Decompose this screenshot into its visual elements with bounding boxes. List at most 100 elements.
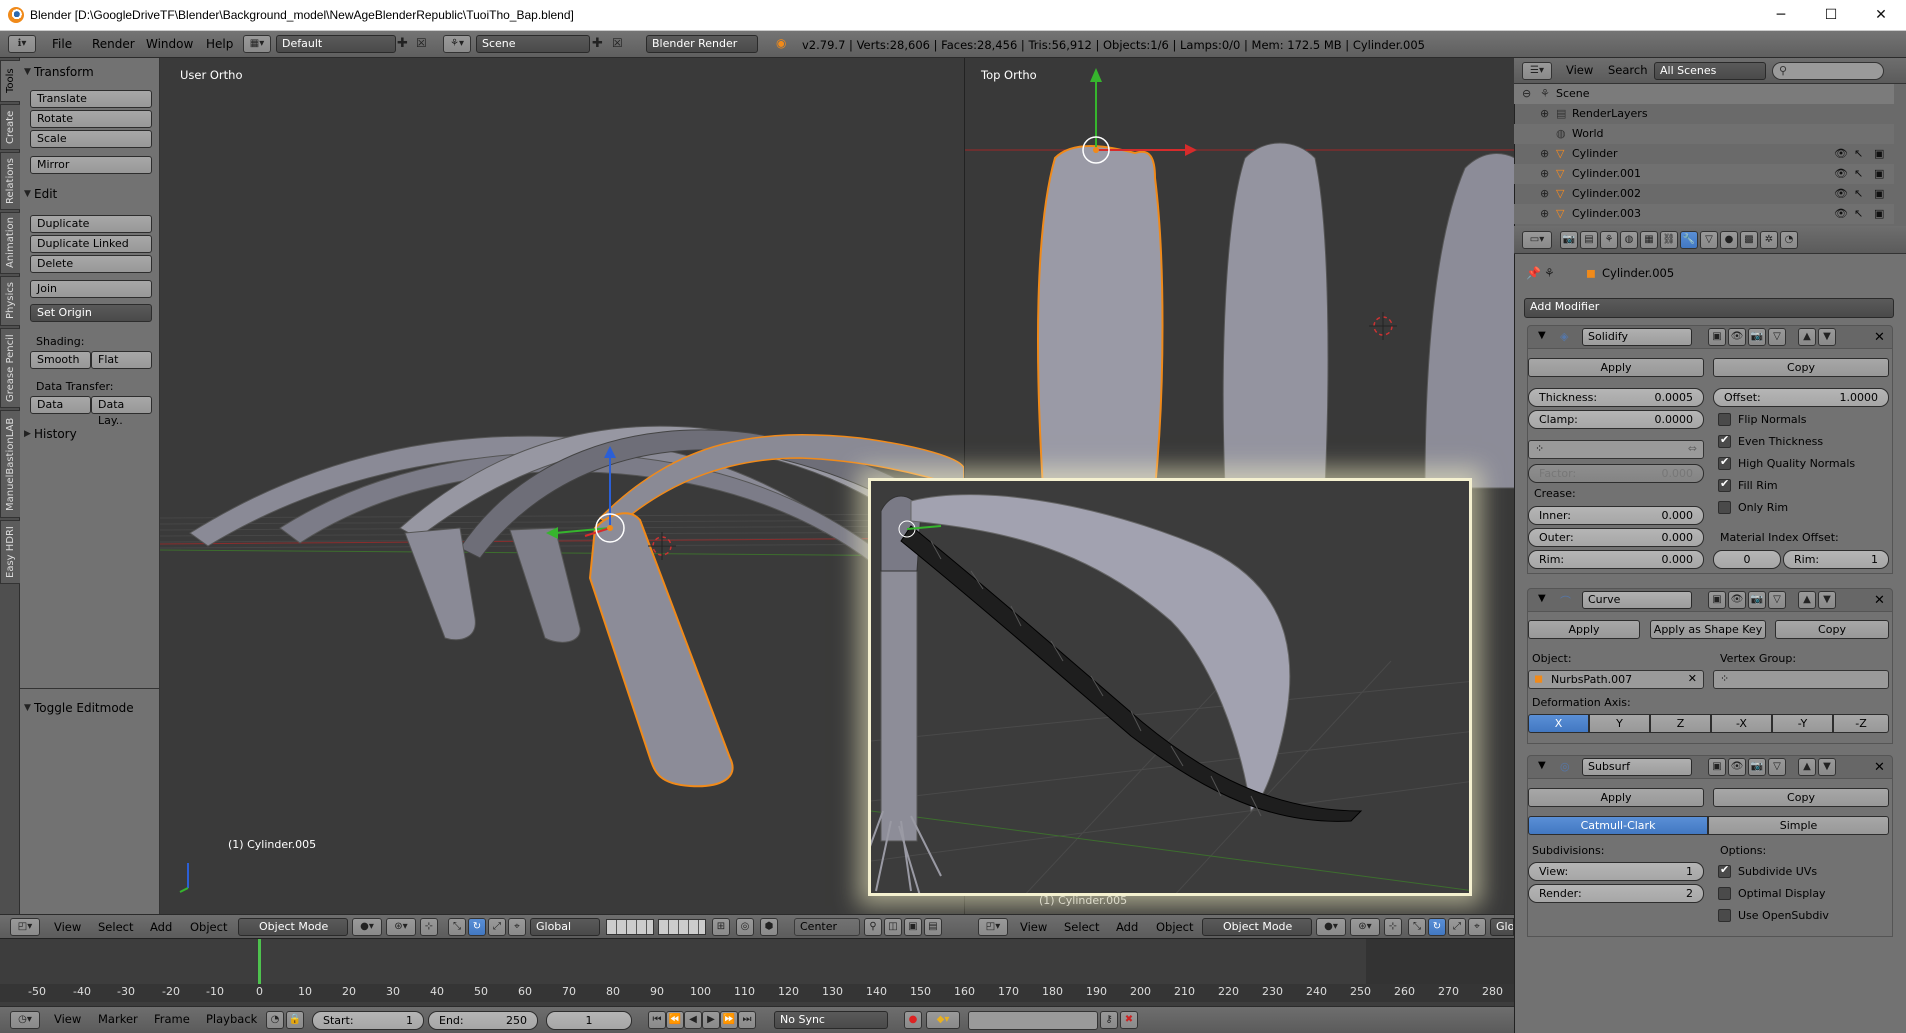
current-frame-field[interactable]: 1 — [546, 1011, 632, 1030]
object-menu-right[interactable]: Object — [1156, 920, 1193, 934]
subsurf-name-field[interactable]: Subsurf — [1582, 758, 1692, 776]
physics-tab-icon[interactable]: ◔ — [1780, 231, 1798, 249]
even-thickness-checkbox[interactable] — [1718, 433, 1731, 448]
scene-icon[interactable]: ⚘▾ — [443, 35, 471, 53]
scale-manipulator-right-icon[interactable]: ⤢ — [1448, 918, 1466, 936]
editor-type-info-icon[interactable]: ℹ▾ — [8, 35, 36, 53]
snap-target-icon[interactable]: ⬢ — [760, 918, 778, 936]
smooth-shading-button[interactable]: Smooth — [30, 351, 91, 369]
cage-display-icon[interactable]: ▽ — [1768, 758, 1786, 776]
collapse-icon[interactable]: ⊖ — [1522, 84, 1531, 104]
renderable-camera-icon[interactable]: ▣ — [1874, 184, 1884, 204]
cage-display-icon[interactable]: ▽ — [1768, 328, 1786, 346]
scale-button[interactable]: Scale — [30, 130, 152, 148]
invert-vertex-group-icon[interactable]: ⇔ — [1688, 442, 1697, 455]
outliner-row-world[interactable]: ◍ World — [1514, 124, 1894, 144]
render-display-icon[interactable]: 📷 — [1748, 758, 1766, 776]
viewport-display-icon[interactable]: 👁 — [1728, 758, 1746, 776]
tab-grease-pencil[interactable]: Grease Pencil — [0, 328, 20, 408]
material-tab-icon[interactable]: ● — [1720, 231, 1738, 249]
proportional-edit-icon[interactable]: ◎ — [736, 918, 754, 936]
curve-apply-button[interactable]: Apply — [1528, 620, 1640, 639]
start-frame-field[interactable]: Start: 1 — [312, 1011, 424, 1030]
only-rim-checkbox[interactable] — [1718, 501, 1731, 514]
sync-mode-selector[interactable]: No Sync — [774, 1011, 888, 1029]
curve-copy-button[interactable]: Copy — [1775, 620, 1889, 639]
viewport-user-ortho[interactable]: User Ortho (1) Cylinder.005 — [160, 58, 964, 914]
offset-field[interactable]: Offset: 1.0000 — [1713, 388, 1889, 407]
snap-manipulator-right-icon[interactable]: ⌖ — [1468, 918, 1486, 936]
timeline-playback-menu[interactable]: Playback — [206, 1012, 257, 1026]
edit-panel-header[interactable]: ▼ Edit — [20, 184, 160, 204]
add-menu[interactable]: Add — [150, 920, 172, 934]
fill-rim-checkbox[interactable] — [1718, 477, 1731, 492]
viewport-display-icon[interactable]: 👁 — [1728, 591, 1746, 609]
pivot-point-right-icon[interactable]: ⊛▾ — [1350, 918, 1380, 936]
add-scene-icon[interactable]: ✚ — [592, 36, 603, 51]
data-layers-button[interactable]: Data Lay.. — [91, 396, 152, 427]
remove-modifier-icon[interactable]: ✕ — [1874, 760, 1885, 775]
pivot-point-icon[interactable]: ⊛▾ — [386, 918, 416, 936]
render-layers-tab-icon[interactable]: ▤ — [1580, 231, 1598, 249]
optimal-display-checkbox[interactable] — [1718, 887, 1731, 900]
solidify-name-field[interactable]: Solidify — [1582, 328, 1692, 346]
opengl-render-icon[interactable]: ▣ — [904, 918, 922, 936]
axis-neg-y-button[interactable]: -Y — [1772, 714, 1833, 733]
move-up-icon[interactable]: ▲ — [1798, 758, 1816, 776]
expand-icon[interactable]: ⊕ — [1540, 204, 1549, 224]
subsurf-apply-button[interactable]: Apply — [1528, 788, 1704, 807]
lock-layers-icon[interactable]: ⊞ — [712, 918, 730, 936]
use-opensubdiv-checkbox[interactable] — [1718, 909, 1731, 922]
lock-frame-range-icon[interactable]: 🔒 — [286, 1011, 304, 1029]
delete-keyframe-icon[interactable]: ✖ — [1120, 1011, 1138, 1029]
layers-grid-b[interactable] — [658, 919, 706, 935]
menu-window[interactable]: Window — [146, 37, 193, 51]
keying-mode-icon[interactable]: ◆▾ — [926, 1011, 960, 1029]
menu-file[interactable]: File — [52, 37, 72, 51]
expand-icon[interactable]: ⊕ — [1540, 184, 1549, 204]
flat-shading-button[interactable]: Flat — [91, 351, 152, 369]
remove-scene-icon[interactable]: ☒ — [612, 36, 623, 50]
preview-range-icon[interactable]: ◔ — [266, 1011, 284, 1029]
visibility-eye-icon[interactable]: 👁 — [1834, 204, 1848, 224]
world-tab-icon[interactable]: ◍ — [1620, 231, 1638, 249]
axis-neg-z-button[interactable]: -Z — [1833, 714, 1889, 733]
remove-modifier-icon[interactable]: ✕ — [1874, 330, 1885, 345]
add-menu-right[interactable]: Add — [1116, 920, 1138, 934]
interaction-mode-selector-right[interactable]: Object Mode — [1202, 918, 1312, 936]
render-tab-icon[interactable]: 📷 — [1560, 231, 1578, 249]
editmode-display-icon[interactable]: ▣ — [1708, 758, 1726, 776]
collapse-modifier-icon[interactable]: ▼ — [1538, 593, 1546, 604]
subsurf-modifier-header[interactable]: ▼ ◎ Subsurf ▣ 👁 📷 ▽ ▲ ▼ ✕ — [1527, 755, 1893, 779]
opengl-anim-icon[interactable]: ▤ — [924, 918, 942, 936]
pivot-center-selector[interactable]: Center — [794, 918, 860, 936]
outliner-row-cylinder[interactable]: ⊕ ▽ Cylinder 👁 ↖ ▣ — [1514, 144, 1894, 164]
pin-icon[interactable]: 📌 — [1526, 266, 1541, 280]
factor-field[interactable]: Factor: 0.000 — [1528, 464, 1704, 483]
material-rim-field[interactable]: Rim: 1 — [1783, 550, 1889, 569]
selectable-arrow-icon[interactable]: ↖ — [1854, 164, 1863, 184]
tab-create[interactable]: Create — [0, 104, 20, 150]
outliner-display-mode[interactable]: All Scenes — [1654, 62, 1766, 80]
keying-set-field[interactable] — [968, 1011, 1098, 1030]
editor-type-outliner-icon[interactable]: ☰▾ — [1522, 62, 1552, 80]
axis-neg-x-button[interactable]: -X — [1711, 714, 1772, 733]
scene-tab-icon[interactable]: ⚘ — [1600, 231, 1618, 249]
render-engine-selector[interactable]: Blender Render — [646, 35, 758, 53]
tab-relations[interactable]: Relations — [0, 152, 20, 210]
render-preview-icon[interactable]: ◫ — [884, 918, 902, 936]
manipulator-toggle-icon[interactable]: ⊹ — [420, 918, 438, 936]
screen-layout-icon[interactable]: ▦▾ — [243, 35, 271, 53]
thickness-field[interactable]: Thickness: 0.0005 — [1528, 388, 1704, 407]
clamp-field[interactable]: Clamp: 0.0000 — [1528, 410, 1704, 429]
move-up-icon[interactable]: ▲ — [1798, 328, 1816, 346]
modifiers-tab-icon[interactable]: 🔧 — [1680, 231, 1698, 249]
rotate-manipulator-icon[interactable]: ↻ — [468, 918, 486, 936]
curve-modifier-header[interactable]: ▼ ⌒ Curve ▣ 👁 📷 ▽ ▲ ▼ ✕ — [1527, 588, 1893, 612]
expand-icon[interactable]: ⊕ — [1540, 164, 1549, 184]
move-down-icon[interactable]: ▼ — [1818, 591, 1836, 609]
minimize-button[interactable]: ─ — [1758, 0, 1804, 30]
axis-z-button[interactable]: Z — [1650, 714, 1711, 733]
renderable-camera-icon[interactable]: ▣ — [1874, 204, 1884, 224]
outliner-row-cylinder-002[interactable]: ⊕ ▽ Cylinder.002 👁 ↖ ▣ — [1514, 184, 1894, 204]
